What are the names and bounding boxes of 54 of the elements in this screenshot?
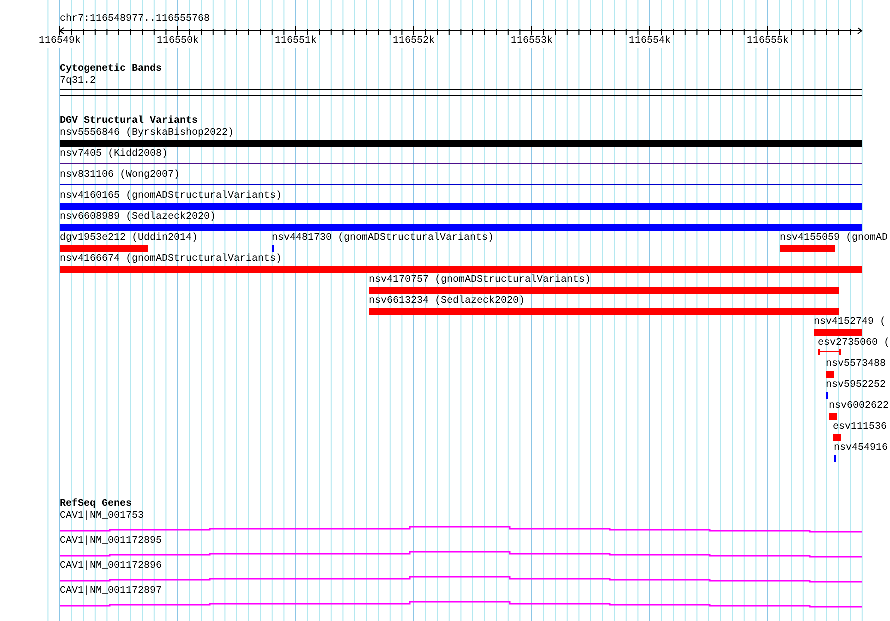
track-title: RefSeq Genes	[60, 499, 132, 510]
variant-label: nsv454916	[834, 443, 888, 455]
ruler-tick-label: 116555k	[747, 36, 789, 48]
variant-label: esv2735060 (	[818, 338, 890, 350]
ruler-tick-label: 116554k	[629, 36, 671, 48]
variant-bar[interactable]	[60, 224, 862, 231]
variant-bar[interactable]	[60, 266, 862, 273]
ruler-tick-label: 116550k	[157, 36, 199, 48]
variant-bar[interactable]	[369, 308, 839, 315]
variant-label: nsv4155059 (gnomAD	[780, 233, 888, 245]
gene-label: CAV1|NM_001172897	[60, 586, 162, 598]
ruler-tick-label: 116549k	[39, 36, 81, 48]
variant-label: nsv4481730 (gnomADStructuralVariants)	[272, 233, 494, 245]
variant-label: nsv5573488	[826, 359, 886, 371]
ruler-tick-label: 116551k	[275, 36, 317, 48]
ruler-tick-label: 116553k	[511, 36, 553, 48]
gene-model-drawing[interactable]	[60, 576, 862, 583]
variant-label: nsv4166674 (gnomADStructuralVariants)	[60, 254, 282, 266]
variant-bar[interactable]	[60, 140, 862, 147]
variant-bar[interactable]	[60, 245, 148, 252]
variant-label: nsv4160165 (gnomADStructuralVariants)	[60, 191, 282, 203]
variant-label: nsv4170757 (gnomADStructuralVariants)	[369, 275, 592, 287]
variant-label: nsv7405 (Kidd2008)	[60, 149, 168, 161]
variant-label: nsv4152749 (	[814, 317, 886, 329]
variant-bar[interactable]	[829, 413, 837, 420]
gene-model-drawing[interactable]	[60, 526, 862, 533]
track-title: DGV Structural Variants	[60, 116, 198, 128]
variant-line[interactable]	[60, 163, 862, 164]
gene-label: CAV1|NM_001753	[60, 511, 144, 523]
variant-bar[interactable]	[780, 245, 835, 252]
variant-bar[interactable]	[826, 371, 834, 378]
variant-range-drawing[interactable]	[818, 349, 841, 355]
track-title: Cytogenetic Bands	[60, 64, 162, 76]
cytoband-bar[interactable]	[60, 89, 862, 96]
variant-label: nsv5556846 (ByrskaBishop2022)	[60, 128, 234, 140]
variant-label: nsv6608989 (Sedlazeck2020)	[60, 212, 216, 224]
variant-label: nsv831106 (Wong2007)	[60, 170, 180, 182]
ruler-tick-label: 116552k	[393, 36, 435, 48]
gene-label: CAV1|NM_001172895	[60, 536, 162, 548]
location-text: chr7:116548977..116555768	[60, 14, 210, 26]
variant-line[interactable]	[60, 184, 862, 185]
variant-label: nsv6613234 (Sedlazeck2020)	[369, 296, 526, 308]
band-label: 7q31.2	[60, 76, 96, 88]
gene-label: CAV1|NM_001172896	[60, 561, 162, 573]
variant-label: nsv5952252	[826, 380, 886, 392]
gene-model-drawing[interactable]	[60, 551, 862, 558]
variant-bar[interactable]	[369, 287, 839, 294]
variant-bar[interactable]	[833, 434, 841, 441]
variant-label: dgv1953e212 (Uddin2014)	[60, 233, 198, 245]
variant-bar[interactable]	[60, 203, 862, 210]
variant-bar[interactable]	[814, 329, 862, 336]
variant-label: esv111536	[833, 422, 888, 434]
variant-label: nsv6002622	[829, 401, 890, 413]
gene-model-drawing[interactable]	[60, 601, 862, 608]
